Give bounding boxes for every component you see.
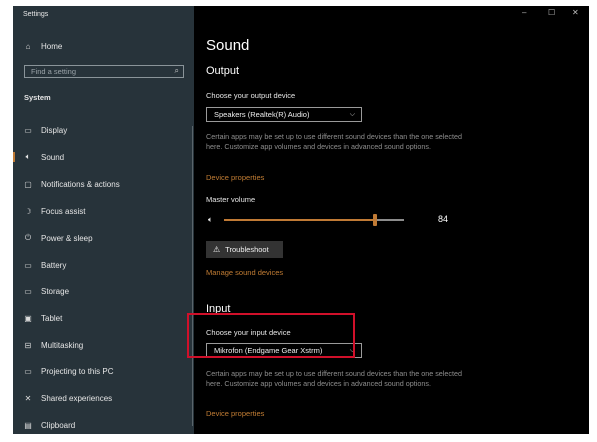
output-device-dropdown[interactable]: Speakers (Realtek(R) Audio) ⌵ bbox=[206, 107, 362, 122]
sidebar-item-projecting[interactable]: ▭ Projecting to this PC bbox=[13, 362, 194, 380]
tablet-icon: ▣ bbox=[24, 313, 32, 323]
notification-icon: ▢ bbox=[24, 179, 32, 189]
warning-icon: ⚠ bbox=[213, 245, 221, 254]
speaker-icon: 🔈︎ bbox=[25, 152, 31, 161]
home-icon: ⌂ bbox=[25, 41, 31, 51]
storage-icon: ▭ bbox=[24, 286, 32, 296]
sidebar-item-label: Sound bbox=[41, 152, 65, 162]
chevron-down-icon: ⌵ bbox=[349, 111, 355, 118]
output-device-properties-link[interactable]: Device properties bbox=[206, 173, 264, 182]
search-placeholder: Find a setting bbox=[31, 67, 77, 76]
clipboard-icon: ▤ bbox=[24, 420, 32, 430]
window-title: Settings bbox=[23, 11, 49, 18]
sidebar-item-power[interactable]: ⏻ Power & sleep bbox=[13, 229, 194, 247]
volume-slider-thumb[interactable] bbox=[373, 214, 378, 226]
sidebar-item-battery[interactable]: ▭ Battery bbox=[13, 256, 194, 274]
volume-slider-fill bbox=[224, 219, 376, 221]
output-description: Certain apps may be set up to use differ… bbox=[206, 132, 462, 151]
input-device-value: Mikrofon (Endgame Gear Xstrm) bbox=[214, 346, 323, 355]
sidebar-item-label: Display bbox=[41, 125, 68, 135]
sidebar-item-label: Projecting to this PC bbox=[41, 366, 114, 376]
sidebar-item-label: Home bbox=[41, 41, 63, 51]
minimize-button[interactable]: – bbox=[522, 8, 526, 17]
input-device-label: Choose your input device bbox=[206, 328, 291, 337]
shared-icon: ✕ bbox=[24, 393, 32, 403]
monitor-icon: ▭ bbox=[24, 125, 32, 135]
sidebar-item-storage[interactable]: ▭ Storage bbox=[13, 282, 194, 300]
manage-sound-devices-link[interactable]: Manage sound devices bbox=[206, 268, 283, 277]
settings-window: Settings ⌂ Home Find a setting ⌕ System … bbox=[13, 6, 589, 434]
sidebar: Settings ⌂ Home Find a setting ⌕ System … bbox=[13, 6, 194, 434]
sidebar-item-label: Multitasking bbox=[41, 340, 84, 350]
search-input[interactable]: Find a setting ⌕ bbox=[24, 65, 184, 78]
sidebar-item-multitasking[interactable]: ⊟ Multitasking bbox=[13, 336, 194, 354]
maximize-button[interactable]: ☐ bbox=[548, 8, 555, 17]
sidebar-item-clipboard[interactable]: ▤ Clipboard bbox=[13, 416, 194, 434]
sidebar-item-sound[interactable]: 🔈︎ Sound bbox=[13, 148, 194, 166]
input-heading: Input bbox=[206, 303, 231, 315]
sidebar-item-focus-assist[interactable]: ☽ Focus assist bbox=[13, 202, 194, 220]
multitasking-icon: ⊟ bbox=[24, 340, 32, 350]
sidebar-item-label: Battery bbox=[41, 260, 67, 270]
speaker-icon[interactable]: 🔈︎ bbox=[208, 215, 213, 225]
close-button[interactable]: ✕ bbox=[572, 8, 579, 17]
output-heading: Output bbox=[206, 65, 240, 77]
sidebar-item-display[interactable]: ▭ Display bbox=[13, 121, 194, 139]
sidebar-item-tablet[interactable]: ▣ Tablet bbox=[13, 309, 194, 327]
section-title: System bbox=[24, 93, 51, 102]
sidebar-item-home[interactable]: ⌂ Home bbox=[13, 37, 194, 55]
volume-slider[interactable] bbox=[224, 214, 404, 226]
projector-icon: ▭ bbox=[24, 366, 32, 376]
page-title: Sound bbox=[206, 37, 250, 54]
power-icon: ⏻ bbox=[24, 233, 32, 242]
moon-icon: ☽ bbox=[24, 206, 32, 216]
volume-value: 84 bbox=[438, 214, 449, 224]
sidebar-scrollbar[interactable] bbox=[192, 126, 193, 426]
sidebar-item-label: Power & sleep bbox=[41, 233, 93, 243]
troubleshoot-button[interactable]: ⚠ Troubleshoot bbox=[206, 241, 283, 258]
input-device-properties-link[interactable]: Device properties bbox=[206, 409, 264, 418]
chevron-down-icon: ⌵ bbox=[349, 347, 355, 354]
main-content: – ☐ ✕ Sound Output Choose your output de… bbox=[194, 6, 589, 434]
master-volume-label: Master volume bbox=[206, 195, 256, 204]
sidebar-item-label: Focus assist bbox=[41, 206, 86, 216]
output-device-label: Choose your output device bbox=[206, 91, 296, 100]
sidebar-item-label: Clipboard bbox=[41, 420, 76, 430]
sidebar-item-label: Notifications & actions bbox=[41, 179, 120, 189]
output-device-value: Speakers (Realtek(R) Audio) bbox=[214, 110, 310, 119]
sidebar-item-label: Storage bbox=[41, 286, 70, 296]
search-icon[interactable]: ⌕ bbox=[175, 66, 179, 76]
active-indicator bbox=[13, 152, 15, 162]
sidebar-item-notifications[interactable]: ▢ Notifications & actions bbox=[13, 175, 194, 193]
sidebar-item-label: Tablet bbox=[41, 313, 63, 323]
input-description: Certain apps may be set up to use differ… bbox=[206, 369, 462, 388]
sidebar-item-shared-experiences[interactable]: ✕ Shared experiences bbox=[13, 389, 194, 407]
battery-icon: ▭ bbox=[24, 260, 32, 270]
troubleshoot-label: Troubleshoot bbox=[225, 245, 269, 254]
input-device-dropdown[interactable]: Mikrofon (Endgame Gear Xstrm) ⌵ bbox=[206, 343, 362, 358]
sidebar-item-label: Shared experiences bbox=[41, 393, 113, 403]
